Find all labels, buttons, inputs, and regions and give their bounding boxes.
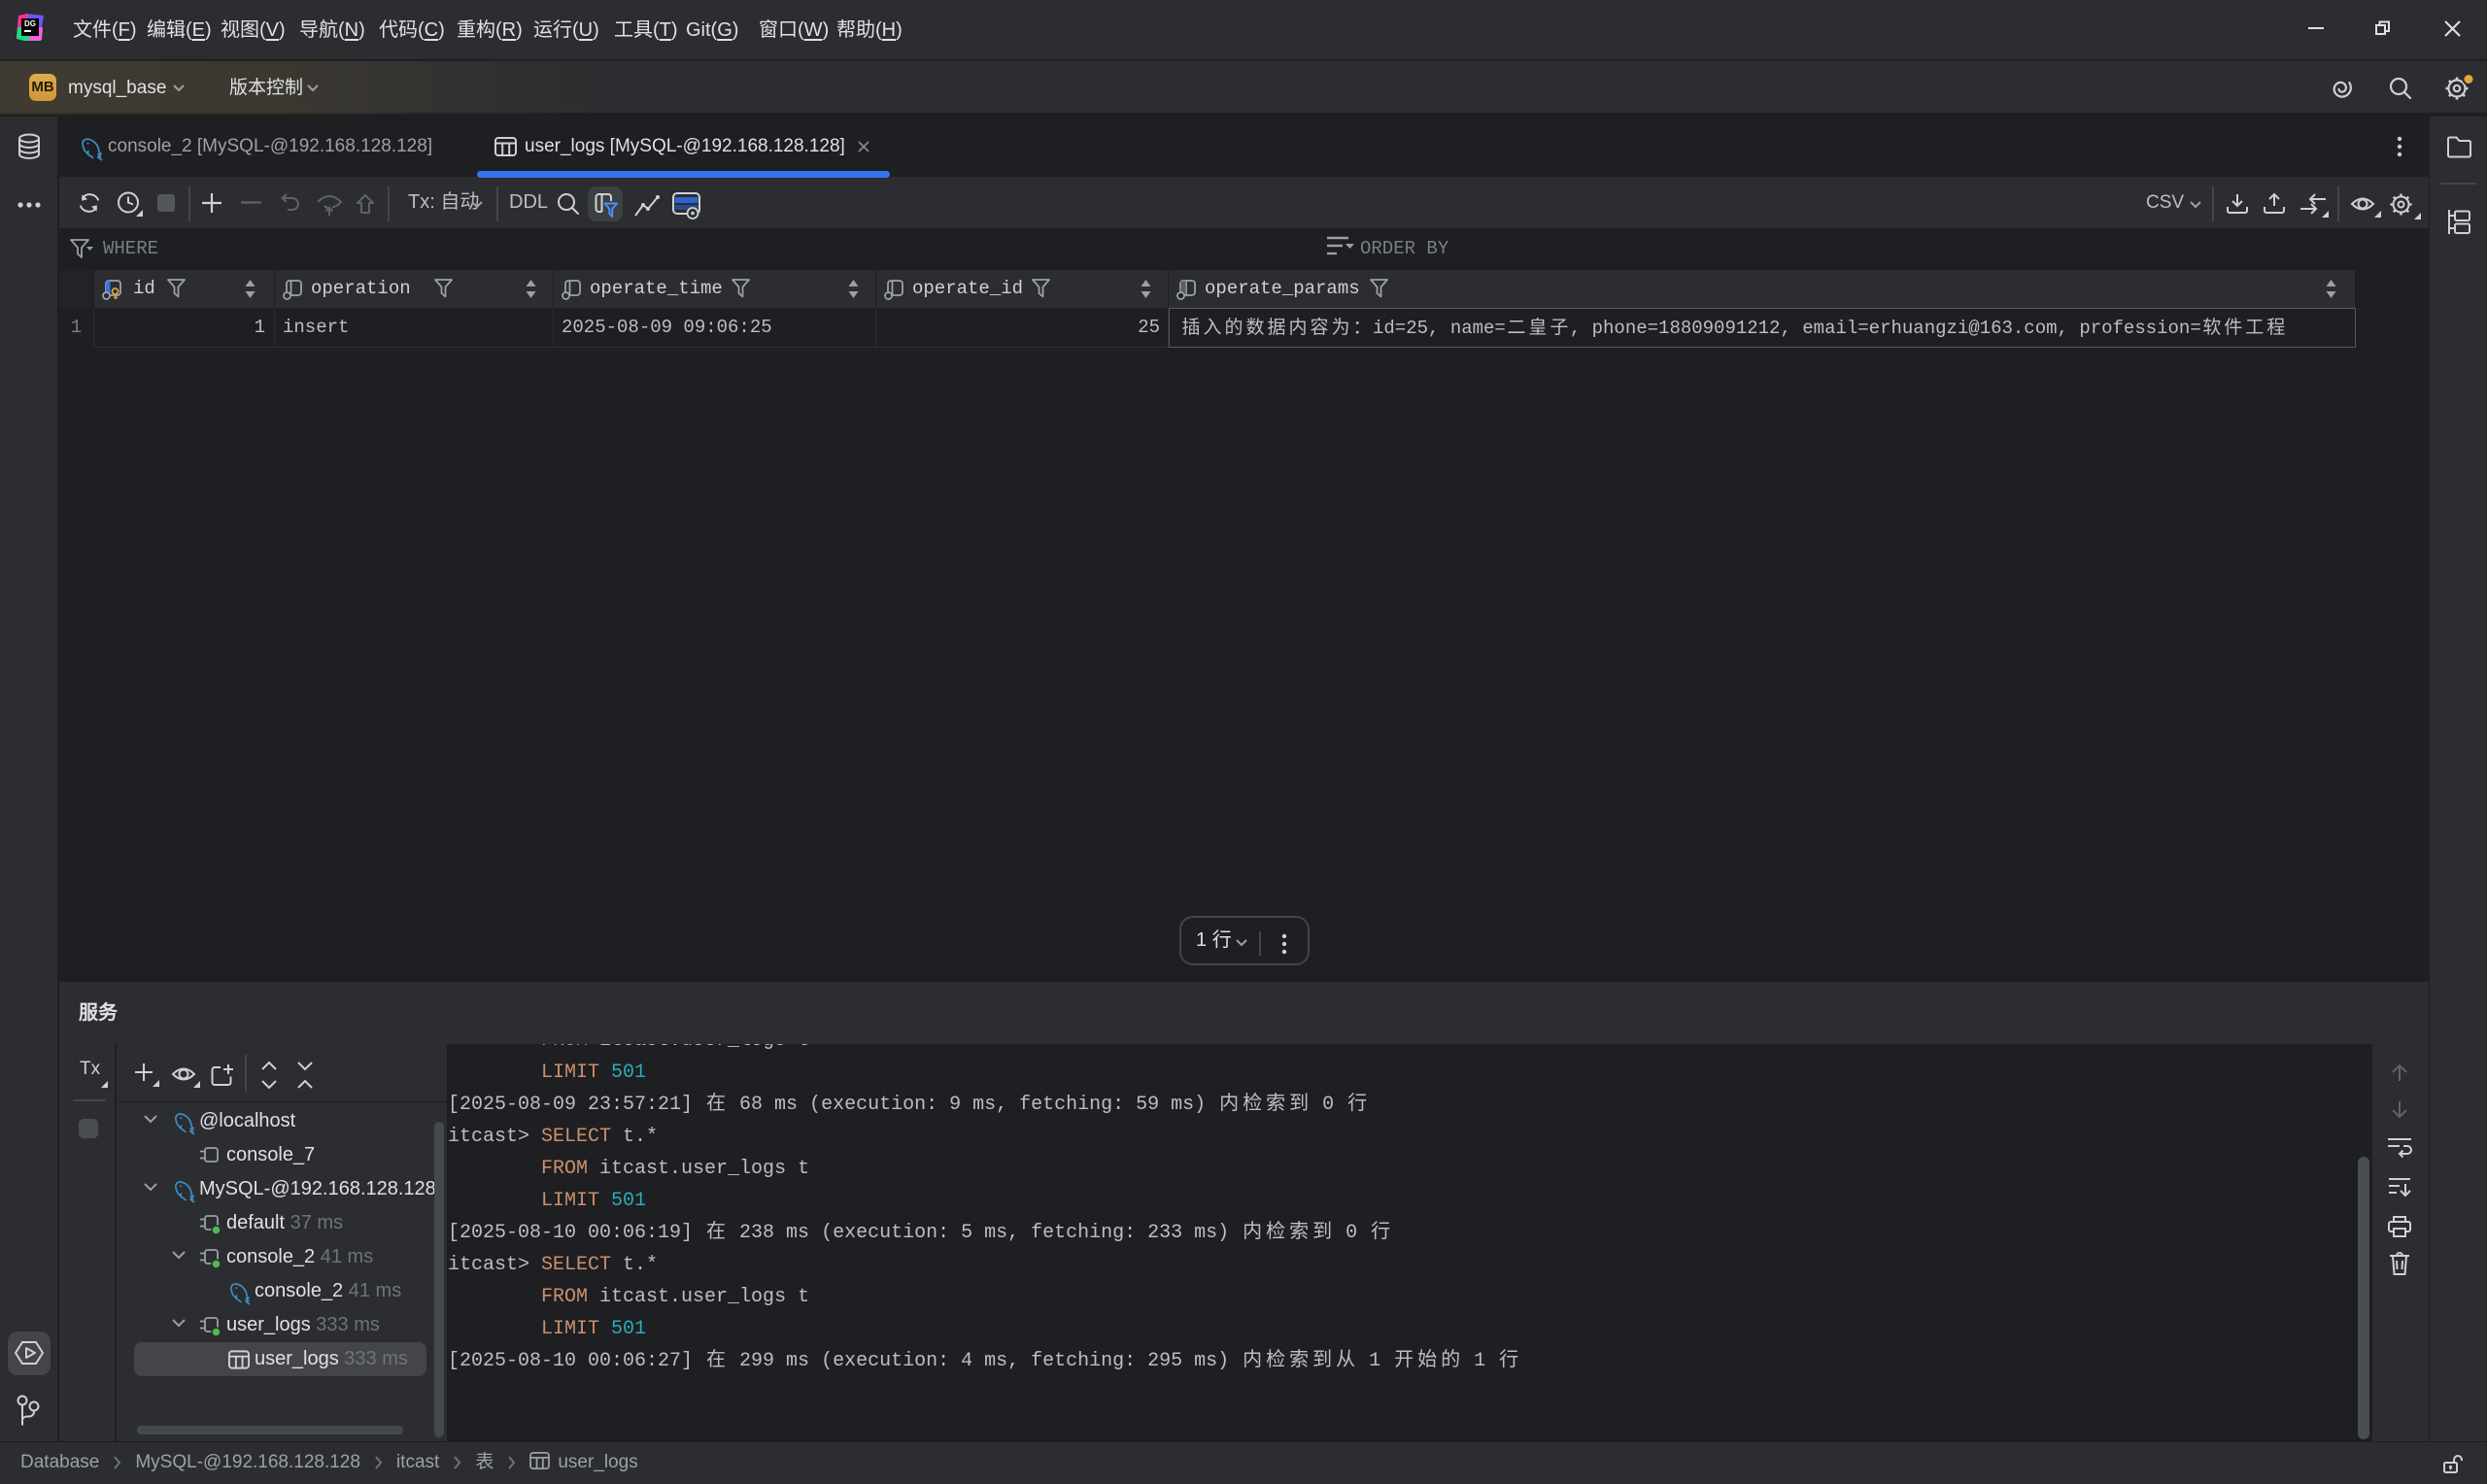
svg-text:DG: DG [24,19,36,28]
